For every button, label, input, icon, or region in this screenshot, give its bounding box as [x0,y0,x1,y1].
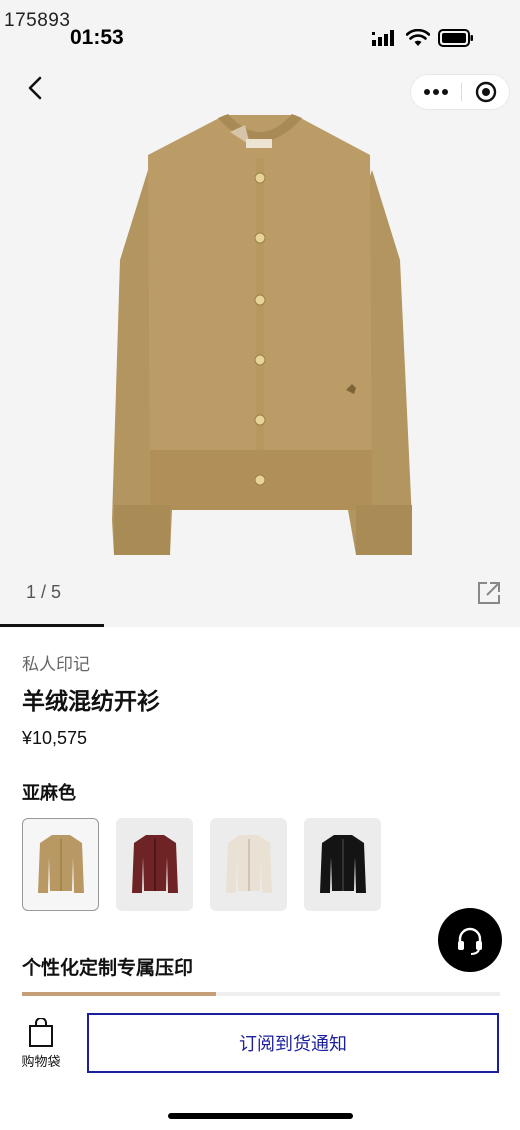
headset-icon [458,927,482,955]
color-swatch[interactable] [304,818,381,911]
gallery-progress-fill [0,624,104,627]
product-title: 羊绒混纺开衫 [22,689,160,715]
color-swatch[interactable] [22,818,99,911]
swatch-cardigan-image [319,834,366,893]
gallery-pager: 1 / 5 [26,582,62,602]
product-price: ¥10,575 [22,728,88,748]
color-swatch-list [22,818,381,911]
product-image[interactable] [100,110,420,560]
home-indicator [168,1113,353,1119]
personalization-title: 个性化定制专属压印 [22,957,194,979]
target-icon[interactable] [475,81,497,103]
collection-line: 私人印记 [22,655,90,675]
shopping-bag-label: 购物袋 [21,1055,61,1070]
bag-icon [29,1018,53,1047]
watermark-number: 175893 [4,10,71,31]
battery-icon [438,29,473,47]
status-icons [372,29,474,47]
capsule-divider [460,83,462,101]
subscribe-restock-button[interactable]: 订阅到货通知 [87,1013,499,1073]
share-icon [478,582,500,604]
customer-service-button[interactable] [438,908,502,972]
mini-program-capsule [410,74,510,110]
color-swatch[interactable] [116,818,193,911]
back-icon [28,76,42,100]
selected-color-name: 亚麻色 [22,783,76,804]
swatch-cardigan-image [131,834,178,893]
share-button[interactable] [476,580,502,606]
back-button[interactable] [20,72,52,104]
status-time: 01:53 [70,26,124,49]
wifi-icon [406,29,430,46]
more-icon[interactable] [423,88,448,96]
swatch-cardigan-image [37,834,84,893]
shopping-bag-button[interactable]: 购物袋 [14,1018,68,1074]
signal-icon [372,30,394,46]
swatch-cardigan-image [225,834,272,893]
color-swatch[interactable] [210,818,287,911]
